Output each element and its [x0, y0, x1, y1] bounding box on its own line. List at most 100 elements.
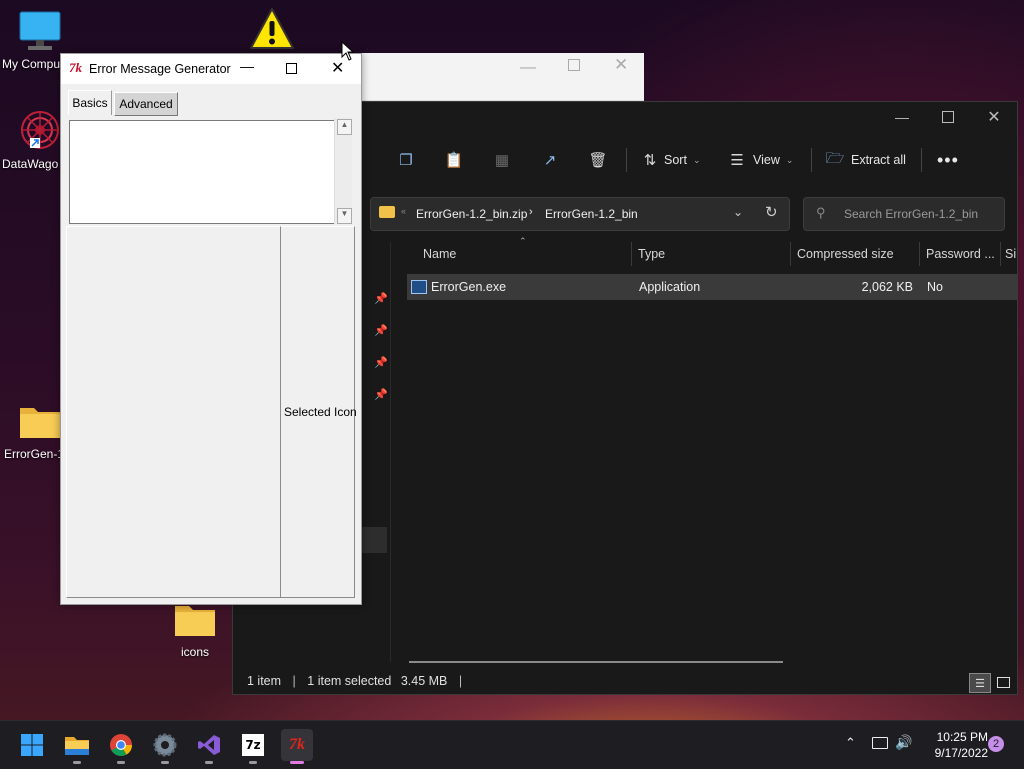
details-view-button[interactable]: ☰: [969, 673, 991, 693]
extract-icon: 🗁: [825, 149, 845, 167]
taskbar-visual-studio[interactable]: [193, 729, 225, 764]
maximize-icon[interactable]: [568, 59, 580, 71]
minimize-button[interactable]: —: [240, 58, 254, 74]
status-divider: |: [458, 674, 463, 688]
scroll-up-icon[interactable]: ▲: [337, 119, 352, 135]
network-icon[interactable]: [872, 737, 888, 749]
error-generator-window[interactable]: 7k Error Message Generator — ✕ Basics Ad…: [60, 53, 362, 605]
maximize-button[interactable]: [286, 63, 297, 74]
pin-icon: 📌: [374, 293, 388, 305]
icon-list-pane[interactable]: [66, 226, 282, 598]
pin-icon: 📌: [374, 325, 388, 337]
chevron-down-icon: ⌄: [692, 154, 701, 165]
nav-pane-splitter[interactable]: [390, 242, 391, 662]
scroll-down-icon[interactable]: ▼: [337, 208, 352, 224]
share-icon: ↗: [543, 152, 557, 169]
running-indicator: [249, 761, 257, 764]
extract-all-button[interactable]: 🗁 Extract all: [825, 142, 906, 178]
paste-icon: 📋: [444, 152, 464, 169]
column-header-label: Type: [638, 247, 666, 261]
address-bar[interactable]: « ErrorGen-1.2_bin.zip › ErrorGen-1.2_bi…: [370, 197, 790, 231]
copy-button[interactable]: ❐: [396, 142, 416, 178]
search-box[interactable]: ⚲ Search ErrorGen-1.2_bin: [803, 197, 1005, 231]
minimize-icon[interactable]: —: [520, 59, 536, 77]
textarea-scrollbar[interactable]: ▲ ▼: [334, 118, 352, 224]
clock[interactable]: 10:25 PM 9/17/2022: [922, 729, 988, 761]
address-dropdown-icon[interactable]: ⌄: [733, 205, 743, 219]
column-header-password[interactable]: Password ...: [920, 242, 1001, 266]
rename-button[interactable]: ▦: [492, 142, 512, 178]
column-header-label: Si: [1005, 247, 1017, 261]
active-indicator: [290, 761, 304, 764]
sort-button[interactable]: ⇅ Sort ⌄: [640, 142, 701, 178]
start-button[interactable]: [16, 729, 48, 761]
status-size: 3.45 MB: [400, 674, 448, 688]
selected-icon-pane: Selected Icon: [280, 226, 357, 598]
background-window[interactable]: — ✕: [350, 53, 644, 101]
details-view-icon: ☰: [975, 677, 985, 690]
taskbar-file-explorer[interactable]: [61, 729, 93, 764]
trash-icon: 🗑: [588, 152, 608, 169]
tiles-view-icon: [996, 676, 1010, 688]
column-header-size[interactable]: Si: [1001, 242, 1017, 266]
column-header-label: Password ...: [926, 247, 995, 261]
nav-pane-selected-item[interactable]: [361, 527, 387, 553]
running-indicator: [161, 761, 169, 764]
tab-basics[interactable]: Basics: [68, 90, 112, 115]
running-indicator: [73, 761, 81, 764]
running-indicator: [205, 761, 213, 764]
visual-studio-icon: [198, 735, 220, 755]
desktop-icon-label: icons: [180, 645, 209, 659]
toolbar-divider: [626, 148, 627, 172]
close-icon[interactable]: ✕: [614, 55, 628, 75]
tab-label: Basics: [72, 96, 108, 110]
more-icon: •••: [937, 149, 959, 170]
pin-icon: 📌: [374, 357, 388, 369]
minimize-button[interactable]: —: [879, 102, 925, 132]
refresh-icon[interactable]: ↻: [765, 203, 778, 221]
desktop-icon-icons-folder[interactable]: icons: [155, 600, 235, 659]
search-placeholder: Search ErrorGen-1.2_bin: [844, 207, 979, 221]
clock-time: 10:25 PM: [936, 730, 988, 744]
mouse-cursor-icon: [341, 41, 355, 61]
column-header-compressed-size[interactable]: Compressed size: [791, 242, 920, 266]
status-divider: |: [292, 674, 296, 688]
message-textarea[interactable]: [69, 120, 334, 224]
view-button[interactable]: ☰ View ⌄: [727, 142, 793, 178]
tiles-view-button[interactable]: [993, 673, 1013, 691]
toolbar-divider: [811, 148, 812, 172]
status-item-count: 1 item: [247, 674, 282, 688]
horizontal-scrollbar[interactable]: [409, 661, 783, 663]
clock-date: 9/17/2022: [934, 746, 988, 760]
column-header-name[interactable]: Name: [415, 242, 632, 266]
extract-all-label: Extract all: [851, 153, 906, 167]
folder-icon: [379, 206, 395, 218]
taskbar-7zip[interactable]: 7z: [237, 729, 269, 764]
taskbar: 7z 7k ⌃ 🔊 10:25 PM 9/17/2022 2: [0, 720, 1024, 769]
maximize-button[interactable]: [925, 102, 971, 132]
paste-button[interactable]: 📋: [444, 142, 464, 178]
show-hidden-icons-chevron-icon[interactable]: ⌃: [845, 735, 856, 751]
delete-button[interactable]: 🗑: [588, 142, 608, 178]
share-button[interactable]: ↗: [540, 142, 560, 178]
breadcrumb-zip[interactable]: ErrorGen-1.2_bin.zip: [416, 207, 527, 221]
title-bar[interactable]: 7k Error Message Generator — ✕: [61, 54, 361, 84]
chevron-down-icon: ⌄: [785, 154, 794, 165]
toolbar-divider: [921, 148, 922, 172]
volume-icon[interactable]: 🔊: [895, 734, 912, 751]
notification-badge[interactable]: 2: [988, 736, 1004, 752]
table-row[interactable]: ErrorGen.exe Application 2,062 KB No: [407, 274, 1017, 300]
column-header-type[interactable]: Type: [632, 242, 791, 266]
more-options-button[interactable]: •••: [937, 142, 959, 178]
taskbar-chrome[interactable]: [105, 729, 137, 764]
tk-feather-icon: 7k: [69, 60, 82, 75]
taskbar-settings[interactable]: [149, 729, 181, 764]
application-icon: [411, 280, 427, 294]
window-title: Error Message Generator: [89, 62, 231, 76]
close-button[interactable]: ✕: [971, 102, 1017, 132]
breadcrumb-folder[interactable]: ErrorGen-1.2_bin: [545, 207, 638, 221]
close-button[interactable]: ✕: [331, 58, 344, 78]
tab-advanced[interactable]: Advanced: [114, 92, 178, 116]
taskbar-tk-app[interactable]: 7k: [281, 729, 313, 764]
breadcrumb-separator-icon: ›: [529, 206, 533, 218]
